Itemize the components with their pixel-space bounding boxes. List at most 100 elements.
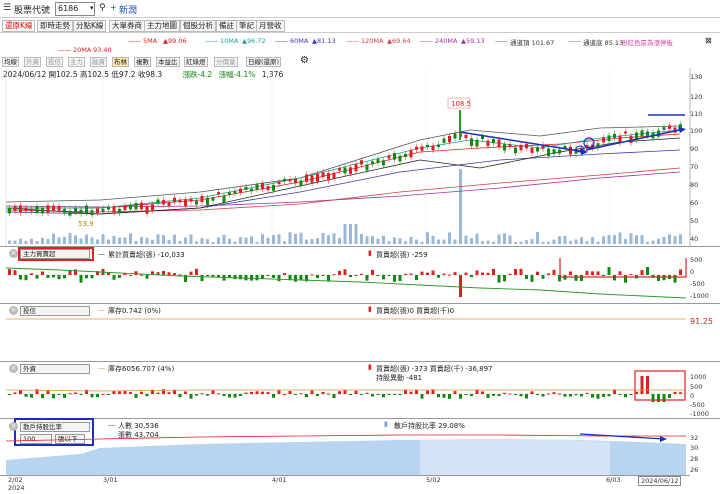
buysell-bar <box>503 275 506 282</box>
candle <box>74 208 77 213</box>
volume-bar <box>305 239 308 244</box>
foreign-bar <box>68 393 72 395</box>
tool-price-volume[interactable]: 分價量 <box>214 57 238 67</box>
volume-bar <box>459 169 462 244</box>
buysell-bar <box>486 272 490 275</box>
buysell-bar <box>162 271 165 275</box>
volume-bar <box>574 239 578 244</box>
foreign-bar <box>657 394 660 402</box>
tool-trust[interactable]: 投信 <box>46 57 63 67</box>
tool-ma[interactable]: 均線 <box>2 57 19 67</box>
buysell-bar <box>365 275 369 281</box>
tool-pe[interactable]: 本益比 <box>156 57 180 67</box>
volume-bar <box>497 234 501 244</box>
buysell-bar <box>398 275 402 281</box>
volume-bar <box>316 238 319 244</box>
volume-bar <box>481 241 484 244</box>
foreign-bar <box>486 394 490 399</box>
arrowhead-3 <box>660 436 667 442</box>
volume-bar <box>332 233 336 244</box>
search-icon[interactable]: ⚲ <box>99 3 106 13</box>
close-icon[interactable]: × <box>9 249 18 258</box>
tab-stock-analysis[interactable]: 個股分析 <box>180 20 216 32</box>
volume-bar <box>327 235 330 244</box>
volume-bar <box>448 232 451 244</box>
buysell-bar <box>679 269 682 275</box>
volume-bar <box>13 240 17 244</box>
tab-monthly-revenue[interactable]: 月營收 <box>256 20 285 32</box>
tool-period[interactable]: 日線(還原) <box>246 57 282 67</box>
low-label: 53.9 <box>78 220 94 228</box>
tab-big-broker[interactable]: 大單券商 <box>109 20 145 32</box>
buysell-bar <box>437 275 440 278</box>
candle <box>162 200 165 205</box>
tab-realtime[interactable]: 即時走勢 <box>37 20 73 32</box>
buysell-bar <box>481 272 484 275</box>
volume-bar <box>657 238 660 244</box>
limit-up-note[interactable]: 粉紅色區為漲停板 <box>621 37 673 47</box>
ma-legend: —— 5MA ▲99.06 —— 10MA ▲96.72 —— 60MA ▲81… <box>0 35 720 55</box>
candle <box>178 199 182 203</box>
tab-restored-kline[interactable]: 還原K線 <box>2 20 36 32</box>
foreign-bar <box>574 394 578 396</box>
buysell-bar <box>255 275 259 281</box>
foreign-bar <box>211 390 215 394</box>
candle <box>140 202 143 210</box>
settings-icon[interactable]: ⊠ <box>705 36 712 45</box>
candle <box>459 110 461 140</box>
tab-notes[interactable]: 備註 <box>216 20 237 32</box>
foreign-bar <box>492 394 495 396</box>
foreign-bar <box>74 392 77 394</box>
stock-name: 新潤 <box>119 6 138 16</box>
candle <box>514 147 517 154</box>
buysell-bar <box>360 273 363 275</box>
candle <box>107 207 110 210</box>
foreign-bar <box>288 391 292 394</box>
volume-bar <box>321 232 325 244</box>
tool-main[interactable]: 主力 <box>68 57 85 67</box>
foreign-bar <box>85 389 88 394</box>
foreign-bar <box>349 394 352 395</box>
price-chart: 108.5 53.9 <box>5 68 691 246</box>
candle <box>173 197 176 202</box>
tool-bollinger[interactable]: 布林 <box>112 57 129 67</box>
add-icon[interactable]: + <box>110 3 117 12</box>
ma10-line: —— <box>205 37 218 45</box>
foreign-bar <box>464 394 468 395</box>
volume-bar <box>602 236 605 244</box>
volume-bar <box>233 241 237 244</box>
tool-foreign[interactable]: 外資 <box>24 57 41 67</box>
close-icon[interactable]: × <box>9 306 18 315</box>
ma60-label: 60MA <box>290 37 309 45</box>
tab-branch-kline[interactable]: 分點K線 <box>73 20 107 32</box>
volume-bar <box>222 234 226 244</box>
foreign-bar <box>508 393 512 395</box>
volume-bar <box>107 239 110 244</box>
foreign-bar <box>591 394 594 398</box>
tool-multi[interactable]: 複數 <box>134 57 151 67</box>
volume-bar <box>404 241 407 244</box>
tool-traffic[interactable]: 紅綠燈 <box>184 57 208 67</box>
menu-icon[interactable]: ☰ <box>3 3 11 13</box>
tab-journal[interactable]: 筆記 <box>236 20 257 32</box>
foreign-axis-tick: 0 <box>690 392 695 400</box>
buysell-bar <box>46 275 50 278</box>
foreign-bar <box>41 394 44 399</box>
date-tick: 2/02 <box>8 476 23 484</box>
tab-main-map[interactable]: 主力地圖 <box>144 20 180 32</box>
buysell-bar <box>613 275 616 281</box>
main-axis-tick: 500 <box>690 256 703 264</box>
buysell-bar <box>134 271 138 275</box>
stock-code-input[interactable]: 6186 <box>55 2 95 16</box>
foreign-bar <box>673 391 677 394</box>
tool-margin[interactable]: 融資 <box>90 57 107 67</box>
volume-bar <box>360 234 363 244</box>
dropdown-icon[interactable]: ▾ <box>90 4 94 12</box>
candle <box>244 186 248 190</box>
volume-bar <box>96 239 99 244</box>
volume-bar <box>211 241 215 244</box>
foreign-bar <box>24 394 28 397</box>
volume-bar <box>525 240 528 244</box>
buysell-bar <box>508 273 512 275</box>
gear-icon[interactable]: ⚙ <box>300 55 309 66</box>
